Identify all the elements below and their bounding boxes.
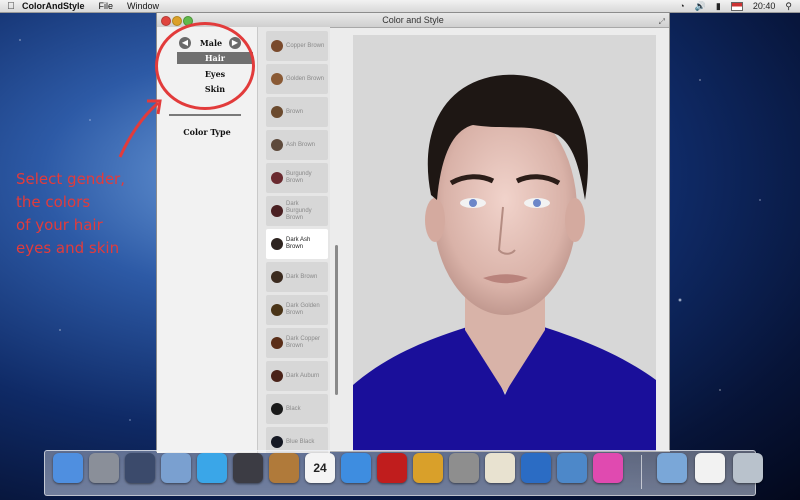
swatch-color-dot	[271, 106, 283, 118]
swatch-label: Dark Brown	[286, 273, 318, 280]
menu-clock[interactable]: 20:40	[753, 1, 776, 11]
swatch-label: Copper Brown	[286, 42, 325, 49]
launchpad-icon[interactable]	[89, 453, 119, 483]
color-swatch[interactable]: Dark Copper Brown	[266, 328, 328, 358]
swatch-label: Dark Ash Brown	[286, 237, 311, 250]
panel-divider	[169, 114, 241, 116]
swatch-color-dot	[271, 337, 283, 349]
color-swatch[interactable]: Burgundy Brown	[266, 163, 328, 193]
swatch-label: Dark Auburn	[286, 372, 320, 379]
spotlight-icon[interactable]: ⚲	[785, 1, 792, 12]
swatch-label: Golden Brown	[286, 75, 325, 82]
battery-icon[interactable]: ▮	[716, 1, 721, 12]
color-swatch[interactable]: Golden Brown	[266, 64, 328, 94]
swatch-color-dot	[271, 370, 283, 382]
volume-icon[interactable]: 🔊	[695, 1, 706, 12]
folder-icon[interactable]	[657, 453, 687, 483]
swatch-color-dot	[271, 139, 283, 151]
iphoto-icon[interactable]	[413, 453, 443, 483]
annotation-line: of your hair	[16, 216, 103, 234]
mail-stamp-icon[interactable]	[161, 453, 191, 483]
annotation-text: Select gender, the colors of your hair e…	[16, 168, 156, 260]
title-bar[interactable]: Color and Style ⤢	[157, 13, 669, 28]
swatch-color-dot	[271, 172, 283, 184]
status-area: ◔ 🔊 ▮ 20:40 ⚲	[679, 1, 800, 12]
annotation-line: the colors	[16, 193, 91, 211]
system-preferences-icon[interactable]	[449, 453, 479, 483]
window-title: Color and Style	[382, 15, 444, 25]
swatch-label: Burgundy Brown	[286, 171, 312, 184]
textedit-icon[interactable]	[485, 453, 515, 483]
swatch-color-dot	[271, 304, 283, 316]
photo-booth-icon[interactable]	[377, 453, 407, 483]
calendar-day: 24	[313, 461, 327, 475]
word-icon[interactable]	[521, 453, 551, 483]
swatch-color-dot	[271, 73, 283, 85]
swatch-list-scrollbar[interactable]	[335, 245, 338, 395]
swatch-color-dot	[271, 40, 283, 52]
annotation-arrow-icon	[118, 99, 162, 158]
mission-control-icon[interactable]	[125, 453, 155, 483]
color-swatch[interactable]: Dark Ash Brown	[266, 229, 328, 259]
color-swatch[interactable]: Dark Burgundy Brown	[266, 196, 328, 226]
close-button[interactable]	[161, 16, 171, 26]
xcode-icon[interactable]	[557, 453, 587, 483]
finder-icon[interactable]	[53, 453, 83, 483]
color-swatch[interactable]: Dark Golden Brown	[266, 295, 328, 325]
menu-file[interactable]: File	[99, 1, 114, 11]
color-swatch-list[interactable]: Copper Brown Golden Brown Brown Ash Brown Bu…	[258, 27, 330, 453]
apple-menu-icon[interactable]: 	[0, 1, 22, 12]
annotation-line: eyes and skin	[16, 239, 120, 257]
calendar-icon[interactable]: 24	[305, 453, 335, 483]
swatch-label: Dark Burgundy Brown	[286, 200, 312, 221]
dock: 24	[44, 450, 763, 496]
address-book-icon[interactable]	[269, 453, 299, 483]
color-swatch[interactable]: Copper Brown	[266, 31, 328, 61]
swatch-label: Ash Brown	[286, 141, 316, 148]
annotation-highlight-circle	[155, 22, 255, 110]
swatch-color-dot	[271, 436, 283, 448]
safari-icon[interactable]	[197, 453, 227, 483]
minimize-button[interactable]	[172, 16, 182, 26]
color-type-label: Color Type	[183, 127, 231, 137]
swatch-color-dot	[271, 403, 283, 415]
document-icon[interactable]	[695, 453, 725, 483]
color-swatch[interactable]: Dark Brown	[266, 262, 328, 292]
input-source-flag-icon[interactable]	[730, 1, 743, 11]
color-swatch[interactable]: Brown	[266, 97, 328, 127]
swatch-label: Dark Copper Brown	[286, 336, 321, 349]
swatch-label: Black	[286, 405, 301, 412]
trash-icon[interactable]	[733, 453, 763, 483]
color-swatch[interactable]: Black	[266, 394, 328, 424]
portrait-image	[353, 74, 656, 451]
portrait-preview	[353, 35, 656, 451]
swatch-color-dot	[271, 205, 283, 217]
dock-separator	[641, 455, 642, 489]
swatch-label: Brown	[286, 108, 304, 115]
color-swatch[interactable]: Ash Brown	[266, 130, 328, 160]
colorandstyle-icon[interactable]	[593, 453, 623, 483]
swatch-label: Dark Golden Brown	[286, 303, 320, 316]
itunes-icon[interactable]	[341, 453, 371, 483]
menu-window[interactable]: Window	[127, 1, 159, 11]
facetime-icon[interactable]	[233, 453, 263, 483]
swatch-color-dot	[271, 271, 283, 283]
color-swatch[interactable]: Dark Auburn	[266, 361, 328, 391]
menu-app-name[interactable]: ColorAndStyle	[22, 1, 85, 11]
annotation-line: Select gender,	[16, 170, 125, 188]
fullscreen-icon[interactable]: ⤢	[659, 15, 665, 29]
swatch-color-dot	[271, 238, 283, 250]
wifi-icon[interactable]: ◔	[679, 1, 684, 11]
